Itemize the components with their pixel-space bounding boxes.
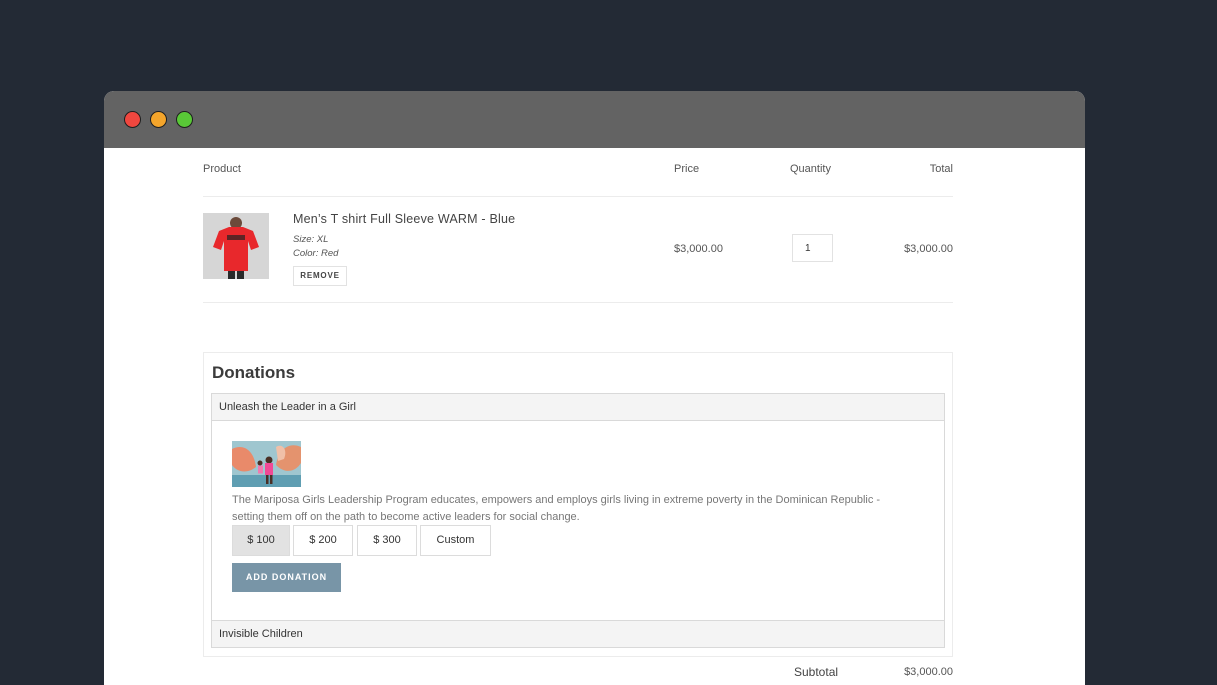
donations-panel: Donations Unleash the Leader in a Girl T… <box>203 352 953 657</box>
amount-option-200[interactable]: $ 200 <box>293 525 353 556</box>
product-size: Size: XL <box>293 234 329 245</box>
cart-page: Product Price Quantity Total Men’s T shi… <box>104 148 1085 685</box>
quantity-input[interactable] <box>792 234 833 262</box>
donation-cause-body: The Mariposa Girls Leadership Program ed… <box>211 421 945 621</box>
column-header-total: Total <box>929 163 953 175</box>
minimize-window-button[interactable] <box>150 111 167 128</box>
product-name[interactable]: Men’s T shirt Full Sleeve WARM - Blue <box>293 212 515 226</box>
cause-description: The Mariposa Girls Leadership Program ed… <box>232 494 881 523</box>
divider <box>203 302 953 303</box>
amount-option-custom[interactable]: Custom <box>420 525 491 556</box>
amount-option-300[interactable]: $ 300 <box>357 525 417 556</box>
item-total: $3,000.00 <box>904 243 953 255</box>
red-tshirt-icon <box>203 213 269 279</box>
column-header-product: Product <box>203 163 241 175</box>
product-color: Color: Red <box>293 248 339 259</box>
add-donation-button[interactable]: ADD DONATION <box>232 563 341 592</box>
browser-window: Product Price Quantity Total Men’s T shi… <box>104 91 1085 685</box>
item-price: $3,000.00 <box>674 243 723 255</box>
close-window-button[interactable] <box>124 111 141 128</box>
title-bar <box>104 91 1085 148</box>
amount-option-100[interactable]: $ 100 <box>232 525 290 556</box>
column-header-price: Price <box>674 163 700 175</box>
girls-butterfly-mural-icon <box>232 441 301 487</box>
column-header-quantity: Quantity <box>790 163 831 175</box>
donation-cause-header[interactable]: Invisible Children <box>211 620 945 648</box>
subtotal-value: $3,000.00 <box>904 666 953 678</box>
donations-title: Donations <box>212 363 296 382</box>
cause-image <box>232 441 301 487</box>
divider <box>203 196 953 197</box>
maximize-window-button[interactable] <box>176 111 193 128</box>
product-image[interactable] <box>203 213 269 279</box>
donation-cause-header[interactable]: Unleash the Leader in a Girl <box>211 393 945 421</box>
subtotal-label: Subtotal <box>794 665 839 679</box>
remove-item-button[interactable]: REMOVE <box>293 266 347 286</box>
